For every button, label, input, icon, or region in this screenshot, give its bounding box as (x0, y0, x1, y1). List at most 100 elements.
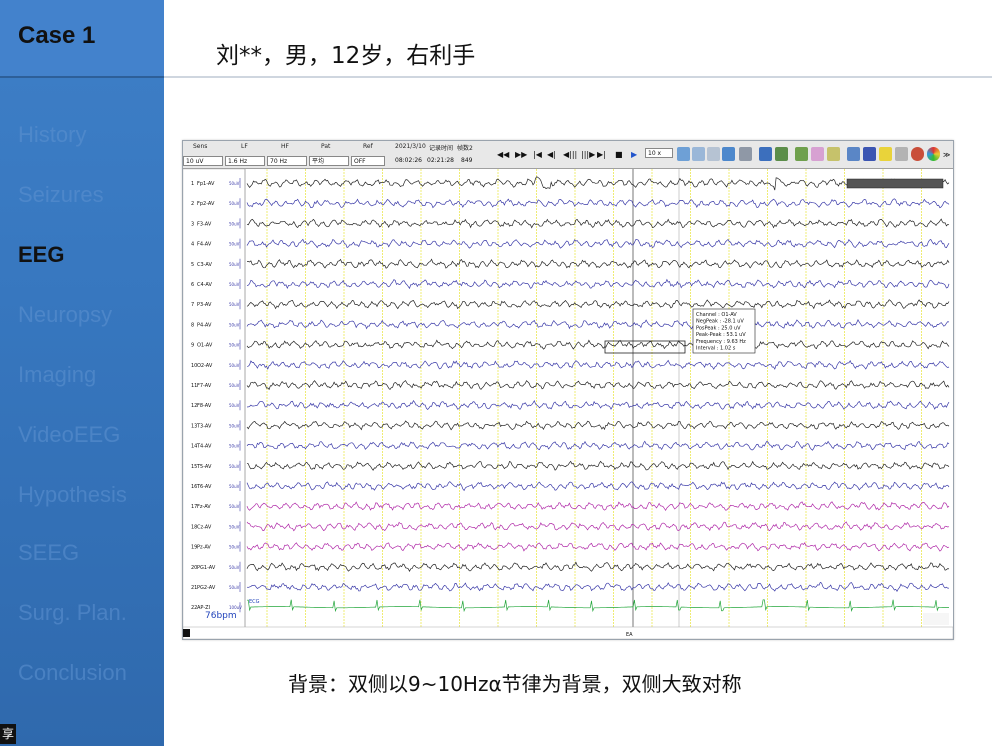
step-forward-icon[interactable]: ▶| (597, 148, 606, 162)
fast-forward-icon[interactable]: ▶▶ (515, 148, 527, 162)
channel-name: C4-AV (197, 282, 212, 288)
frame-forward-icon[interactable]: |||▶ (581, 148, 595, 162)
frame-back-icon[interactable]: ◀||| (563, 148, 577, 162)
scale-label: 50uV (229, 322, 240, 327)
channel-number: 8 (191, 322, 194, 328)
settings-icon[interactable] (895, 147, 908, 161)
channel-name: PG2-AV (197, 585, 216, 591)
eeg-trace-c4-av (246, 278, 950, 290)
rewind-icon[interactable]: ◀◀ (497, 148, 509, 162)
lf-label: LF (241, 143, 248, 150)
scale-label: 50uV (229, 504, 240, 509)
scale-label: 50uV (229, 423, 240, 428)
record-icon[interactable] (911, 147, 924, 161)
measure-negpeak: NegPeak : -28.1 uV (696, 319, 744, 325)
measure-icon[interactable] (863, 147, 876, 161)
scale-label: 50uV (229, 403, 240, 408)
edit-icon[interactable] (707, 147, 720, 161)
sidebar-item-eeg[interactable]: EEG (18, 242, 64, 268)
play-icon[interactable]: ▶ (631, 148, 637, 162)
channel-number: 6 (191, 282, 194, 288)
sidebar-item-seeg[interactable]: SEEG (18, 540, 79, 566)
eeg-trace-area[interactable]: 1 Fp1-AV 50uV 2 Fp2-AV 50uV 3 F3-AV 50uV 4 F4-AV 50… (183, 169, 953, 639)
sidebar-item-history[interactable]: History (18, 122, 86, 148)
eeg-trace-t5-av (246, 460, 950, 471)
sidebar-item-imaging[interactable]: Imaging (18, 362, 96, 388)
hf-select[interactable]: 70 Hz (267, 156, 307, 166)
zoom-icon[interactable] (692, 147, 705, 161)
pat-select[interactable]: 平均 (309, 156, 349, 166)
frame-label: 帧数2 (457, 145, 473, 152)
eeg-trace-fp1-av (246, 176, 950, 191)
lf-select[interactable]: 1.6 Hz (225, 156, 265, 166)
sidebar-item-surg-plan[interactable]: Surg. Plan. (18, 600, 127, 626)
filter-icon[interactable] (811, 147, 824, 161)
channel-number: 5 (191, 262, 194, 268)
scale-label: 50uV (229, 444, 240, 449)
montage-icon[interactable] (795, 147, 808, 161)
scale-label: 50uV (229, 262, 240, 267)
channel-name: F3-AV (197, 221, 212, 227)
sidebar-item-neuropsy[interactable]: Neuropsy (18, 302, 112, 328)
eeg-trace-p3-av (246, 299, 950, 310)
slide-caption: 背景：双侧以9~10Hzα节律为背景，双侧大致对称 (288, 672, 742, 696)
prev-icon[interactable]: ◀| (547, 148, 556, 162)
frames-value: 849 (461, 157, 473, 164)
sidebar-item-hypothesis[interactable]: Hypothesis (18, 482, 127, 508)
scale-label: 50uV (229, 181, 240, 186)
eeg-trace-p4-av (246, 319, 950, 330)
eeg-trace-o1-av (246, 339, 950, 350)
channel-name: F8-AV (197, 403, 212, 409)
channel-name: T6-AV (196, 484, 212, 490)
channel-name: C3-AV (197, 262, 212, 268)
eeg-trace-f8-av (246, 400, 950, 411)
annotation-icon[interactable] (827, 147, 840, 161)
scale-label: 50uV (229, 282, 240, 287)
print-icon[interactable] (739, 147, 752, 161)
title-bar: 刘**，男，12岁，右利手 (164, 0, 992, 78)
speed-select[interactable]: 10 x (645, 148, 673, 158)
channel-name: Fz-AV (197, 504, 211, 510)
sens-select[interactable]: 10 uV (183, 156, 223, 166)
pat-label: Pat (321, 143, 331, 150)
folder-icon[interactable] (879, 147, 892, 161)
eeg-trace-t6-av (246, 481, 950, 492)
measure-channel: Channel : O1-AV (696, 312, 737, 318)
eeg-trace-ap-zi (246, 599, 949, 613)
measure-peakpeak: Peak-Peak : 53.1 uV (696, 332, 746, 338)
color-wheel-icon[interactable] (927, 147, 940, 161)
page-icon[interactable] (677, 147, 690, 161)
channel-name: Cz-AV (197, 524, 212, 530)
export-icon[interactable] (775, 147, 788, 161)
eeg-trace-pz-av (246, 542, 950, 552)
eeg-trace-pg1-av (246, 561, 950, 572)
channel-name: P4-AV (197, 322, 212, 328)
hf-label: HF (281, 143, 289, 150)
channel-number: 9 (191, 343, 194, 349)
eeg-trace-f4-av (246, 238, 950, 249)
sidebar-item-conclusion[interactable]: Conclusion (18, 660, 127, 686)
sidebar-item-seizures[interactable]: Seizures (18, 182, 104, 208)
eeg-trace-c3-av (247, 258, 950, 269)
step-back-icon[interactable]: |◀ (533, 148, 542, 162)
date-label: 2021/3/10 (395, 143, 426, 150)
sidebar-item-videoeeg[interactable]: VideoEEG (18, 422, 120, 448)
chart-icon[interactable] (759, 147, 772, 161)
eeg-trace-f7-av (246, 380, 950, 391)
corner-watermark (923, 613, 949, 625)
stop-icon[interactable]: ■ (615, 148, 623, 162)
overflow-icon[interactable]: ≫ (943, 148, 950, 162)
sens-label: Sens (193, 143, 208, 150)
marker-icon[interactable] (722, 147, 735, 161)
scale-label: 50uV (229, 201, 240, 206)
channel-number: 1 (191, 181, 194, 187)
event-marker: EA (626, 632, 633, 638)
ref-label: Ref (363, 143, 373, 150)
channel-name: Fp1-AV (197, 181, 215, 187)
ref-select[interactable]: OFF (351, 156, 385, 166)
scale-label: 50uV (229, 242, 240, 247)
record-time-label: 记录时间 (429, 145, 454, 152)
grid-icon[interactable] (847, 147, 860, 161)
heart-rate-readout: 76bpm (205, 611, 237, 621)
share-icon[interactable]: 享 (0, 724, 16, 744)
